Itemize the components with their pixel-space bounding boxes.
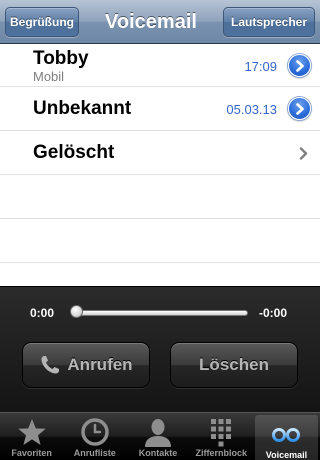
voicemail-list: Tobby Mobil 17:09 Unbekannt 05.03.13 Gel…	[0, 44, 320, 286]
chevron-right-icon	[295, 59, 304, 72]
delete-button-label: Löschen	[199, 355, 269, 374]
tab-recents[interactable]: Anrufliste	[63, 413, 126, 460]
playback-panel: 0:00 -0:00 Anrufen Löschen	[0, 286, 320, 412]
deleted-messages-label: Gelöscht	[33, 142, 115, 163]
voicemail-icon	[272, 428, 301, 442]
chevron-right-icon	[299, 147, 308, 160]
detail-disclosure-button[interactable]	[288, 54, 311, 77]
caller-name: Tobby	[33, 48, 89, 69]
scrubber-handle[interactable]	[70, 305, 83, 318]
tab-favorites[interactable]: Favoriten	[0, 413, 63, 460]
tab-label: Anrufliste	[73, 448, 116, 458]
empty-row	[0, 219, 320, 263]
phone-icon	[41, 356, 60, 374]
greeting-button[interactable]: Begrüßung	[5, 7, 79, 37]
tab-label: Kontakte	[138, 448, 178, 458]
delete-button[interactable]: Löschen	[170, 342, 298, 388]
tab-bar: Favoriten Anrufliste Kontakte Ziffernblo…	[0, 412, 320, 460]
list-item-tobby[interactable]: Tobby Mobil 17:09	[0, 44, 320, 87]
caller-name: Unbekannt	[33, 98, 132, 119]
person-icon	[145, 419, 171, 447]
remaining-time: -0:00	[259, 306, 288, 320]
tab-contacts[interactable]: Kontakte	[126, 413, 189, 460]
tab-label: Voicemail	[265, 450, 308, 460]
elapsed-time: 0:00	[30, 306, 55, 320]
navigation-bar: Begrüßung Voicemail Lautsprecher	[0, 0, 320, 44]
list-item-deleted[interactable]: Gelöscht	[0, 131, 320, 175]
tab-voicemail[interactable]: Voicemail	[254, 415, 319, 460]
message-time: 17:09	[244, 59, 277, 74]
call-back-button[interactable]: Anrufen	[22, 342, 150, 388]
page-title: Voicemail	[105, 11, 197, 33]
tab-label: Ziffernblock	[195, 448, 247, 458]
speaker-button[interactable]: Lautsprecher	[223, 7, 315, 37]
list-item-unbekannt[interactable]: Unbekannt 05.03.13	[0, 87, 320, 131]
detail-disclosure-button[interactable]	[288, 97, 311, 120]
tab-keypad[interactable]: Ziffernblock	[190, 413, 253, 460]
playback-scrubber[interactable]	[74, 310, 248, 316]
tab-label: Favoriten	[11, 448, 52, 458]
keypad-icon	[211, 419, 232, 447]
star-icon	[17, 419, 46, 445]
empty-row	[0, 175, 320, 219]
clock-icon	[81, 418, 109, 446]
message-time: 05.03.13	[226, 102, 277, 117]
call-button-label: Anrufen	[67, 355, 133, 374]
chevron-right-icon	[295, 102, 304, 115]
caller-subtitle: Mobil	[33, 69, 65, 84]
